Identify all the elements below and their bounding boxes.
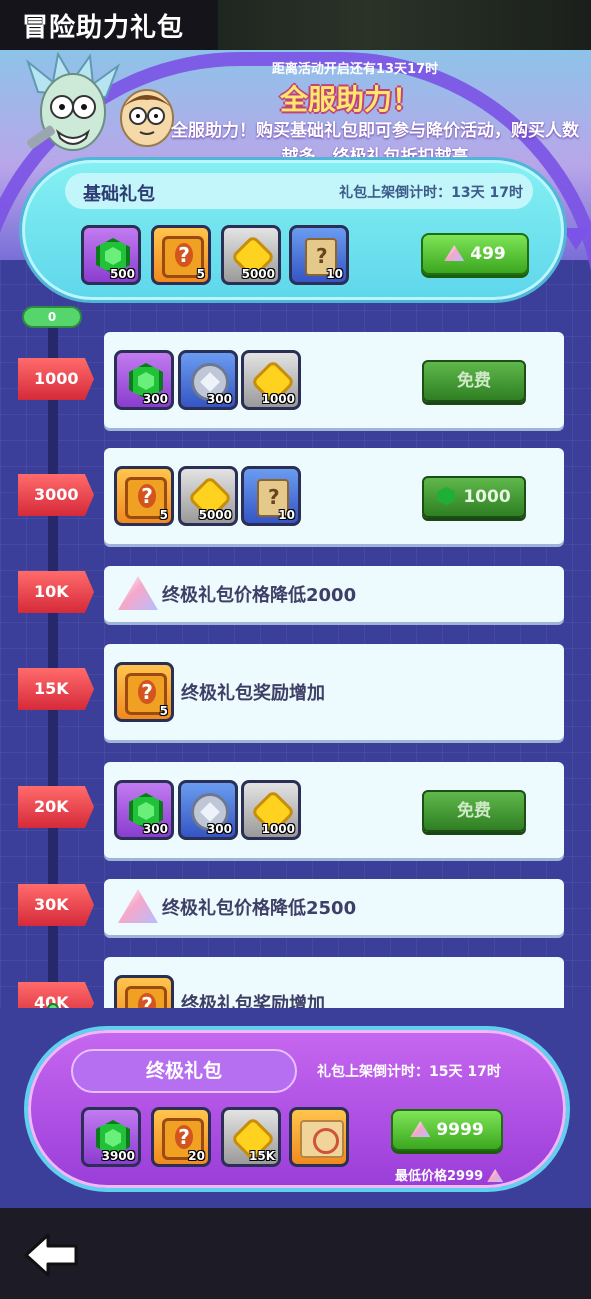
title-bar: 冒险助力礼包: [0, 0, 591, 50]
milestone-card: 终极礼包价格降低2000: [104, 566, 564, 622]
lowest-price-text: 最低价格2999: [395, 1169, 484, 1184]
gold-coin-item[interactable]: 1000: [241, 780, 301, 840]
item-count: 10: [278, 508, 295, 522]
milestone-flag: 20K: [18, 786, 94, 828]
emerald-icon: [437, 487, 456, 505]
base-pack-header: 基础礼包 礼包上架倒计时：13天 17时: [65, 173, 533, 209]
ultimate-pack-name: 终极礼包: [71, 1049, 297, 1093]
diamond-icon: [410, 1121, 431, 1137]
item-count: 300: [206, 822, 232, 836]
screen: 冒险助力礼包 距离活动开启还有13天17时 全服助力！ 全服助力！购买基础礼包即…: [0, 0, 591, 1299]
item-count: 300: [142, 392, 168, 406]
claim-free-button[interactable]: 免费: [422, 360, 526, 402]
milestone-flag: 1000: [18, 358, 94, 400]
mystery-chest-item[interactable]: 5: [114, 466, 174, 526]
item-count: 20: [188, 1149, 205, 1163]
item-count: 300: [206, 392, 232, 406]
event-headline: 全服助力！: [279, 83, 420, 116]
item-count: 5: [196, 267, 205, 281]
milestone-flag: 30K: [18, 884, 94, 926]
mystery-chest-item[interactable]: 5: [151, 225, 211, 285]
mystery-chest-item[interactable]: [114, 975, 174, 1010]
base-pack-card: 基础礼包 礼包上架倒计时：13天 17时 500 5 5000 10 499: [22, 160, 564, 300]
item-count: 1000: [261, 822, 295, 836]
button-label: 1000: [463, 487, 511, 507]
milestone-card: 300 300 1000 免费: [104, 332, 564, 428]
milestone-text: 终极礼包价格降低2000: [162, 585, 357, 606]
diamond-icon: [444, 245, 465, 261]
milestone-card: 300 300 1000 免费: [104, 762, 564, 858]
milestone-list[interactable]: 1000 300 300 1000 免费 3000 5: [0, 320, 591, 1010]
mystery-chest-item[interactable]: 20: [151, 1107, 211, 1167]
diamond-icon: [118, 889, 158, 923]
milestone-card: 5 终极礼包奖励增加: [104, 644, 564, 740]
mystery-chest-item[interactable]: 5: [114, 662, 174, 722]
milestone-text: 终极礼包奖励增加: [181, 994, 325, 1010]
milestone-text: 终极礼包奖励增加: [181, 683, 325, 704]
emerald-item[interactable]: 300: [114, 780, 174, 840]
buy-with-emerald-button[interactable]: 1000: [422, 476, 526, 518]
milestone-text: 终极礼包价格降低2500: [162, 898, 357, 919]
item-count: 5: [159, 508, 168, 522]
arc-arrow-icon: [562, 228, 590, 250]
treasure-map-icon: [300, 1120, 344, 1158]
gold-coin-item[interactable]: 5000: [221, 225, 281, 285]
emerald-item[interactable]: 500: [81, 225, 141, 285]
gold-coin-item[interactable]: 1000: [241, 350, 301, 410]
claim-free-button[interactable]: 免费: [422, 790, 526, 832]
ultimate-pack-price: 9999: [436, 1120, 484, 1140]
base-pack-name: 基础礼包: [83, 184, 155, 205]
emerald-item[interactable]: 3900: [81, 1107, 141, 1167]
treasure-map-item[interactable]: [289, 1107, 349, 1167]
item-count: 1000: [261, 392, 295, 406]
milestone-flag: 15K: [18, 668, 94, 710]
ultimate-pack-buy-button[interactable]: 9999: [391, 1109, 503, 1151]
item-count: 10: [326, 267, 343, 281]
base-pack-price: 499: [470, 244, 506, 264]
item-count: 5000: [241, 267, 275, 281]
lowest-price-label: 最低价格2999: [395, 1165, 509, 1184]
item-count: 5000: [198, 508, 232, 522]
milestone-card: 5 5000 10 1000: [104, 448, 564, 544]
gold-coin-item[interactable]: 15K: [221, 1107, 281, 1167]
item-count: 500: [109, 267, 135, 281]
milestone-flag: 3000: [18, 474, 94, 516]
milestone-card: 终极礼包价格降低2500: [104, 879, 564, 935]
item-count: 3900: [101, 1149, 135, 1163]
ultimate-pack-timer: 礼包上架倒计时：15天 17时: [317, 1064, 501, 1080]
mystery-chest-icon: [125, 986, 167, 1010]
emerald-item[interactable]: 300: [114, 350, 174, 410]
mystery-scroll-item[interactable]: 10: [289, 225, 349, 285]
base-pack-buy-button[interactable]: 499: [421, 233, 529, 275]
page-title: 冒险助力礼包: [22, 13, 185, 43]
milestone-card: 终极礼包奖励增加: [104, 957, 564, 1010]
back-arrow-icon[interactable]: [22, 1232, 80, 1278]
background-blur: [218, 0, 591, 50]
milestone-flag: 10K: [18, 571, 94, 613]
ultimate-pack-card: 终极礼包 礼包上架倒计时：15天 17时 3900 20 15K 9999 最低…: [28, 1030, 566, 1188]
base-pack-timer: 礼包上架倒计时：13天 17时: [339, 185, 523, 201]
mystery-scroll-item[interactable]: 10: [241, 466, 301, 526]
silver-compass-item[interactable]: 300: [178, 350, 238, 410]
diamond-icon: [487, 1169, 504, 1182]
item-count: 15K: [249, 1149, 275, 1163]
gold-coin-item[interactable]: 5000: [178, 466, 238, 526]
item-count: 5: [159, 704, 168, 718]
event-countdown: 距离活动开启还有13天17时: [271, 62, 439, 77]
diamond-icon: [118, 576, 158, 610]
silver-compass-item[interactable]: 300: [178, 780, 238, 840]
bottom-bar: [0, 1208, 591, 1299]
item-count: 300: [142, 822, 168, 836]
